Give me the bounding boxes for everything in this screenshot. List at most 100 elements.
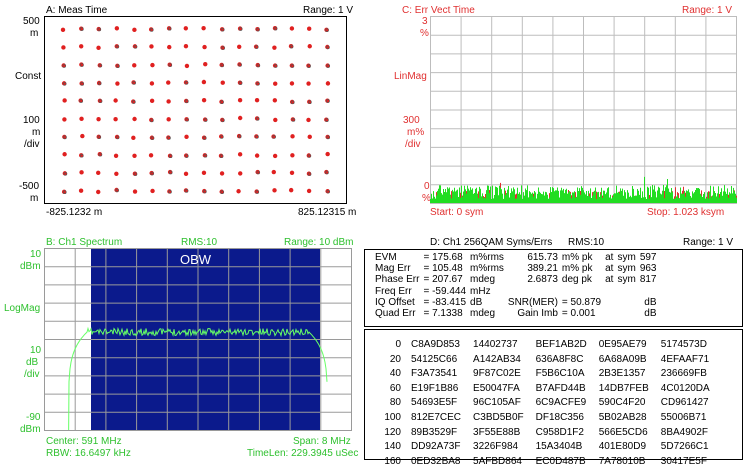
symbol-table: 0 C8A9D853 14402737 BEF1AB2D 0E95AE79 5174573…	[377, 337, 720, 470]
summary-cell: at	[605, 263, 614, 275]
symbol-hex: 15A3404B	[535, 441, 583, 453]
summary-cell: 597	[639, 252, 657, 263]
pane-c-x-right: Stop: 1.023 ksym	[647, 207, 725, 218]
constellation-point	[150, 62, 155, 68]
pane-a-constellation[interactable]: A: Meas Time Range: 1 V 500 m Const 100 …	[0, 0, 370, 230]
summary-cell: = 175.68	[423, 252, 463, 263]
symbol-table-box: 0 C8A9D853 14402737 BEF1AB2D 0E95AE79 5174573…	[364, 329, 743, 467]
summary-cell: sym	[617, 274, 636, 286]
summary-cell: 817	[639, 274, 657, 286]
constellation-point	[131, 135, 136, 141]
summary-cell: = 50.879	[561, 296, 602, 308]
summary-cell: m%rms	[470, 252, 504, 263]
summary-cell: = 0.001	[561, 308, 596, 320]
pane-c-err-vect[interactable]: C: Err Vect Time Range: 1 V 3 % LinMag 3…	[372, 0, 745, 230]
constellation-point	[237, 44, 242, 49]
symbol-hex: F5B6C10A	[535, 368, 585, 380]
summary-cell: = 105.48	[423, 263, 463, 275]
pane-b-spectrum[interactable]: B: Ch1 Spectrum RMS:10 Range: 10 dBm 10 …	[0, 232, 370, 462]
symbol-hex: 14DB7FEB	[598, 382, 649, 394]
constellation-point	[78, 188, 84, 193]
summary-cell: Freq Err	[375, 285, 412, 297]
symbol-hex: 4C0120DA	[660, 382, 710, 394]
constellation-point	[201, 97, 207, 103]
constellation-point	[62, 117, 67, 122]
constellation-point	[201, 25, 206, 31]
constellation-point	[325, 81, 331, 86]
summary-cell: mdeg	[470, 274, 496, 286]
pane-b-y-top-unit: dBm	[20, 261, 41, 272]
summary-row: Mag Err = 105.48 m%rms 389.21 m% pk at sym 963	[373, 263, 659, 274]
symbol-index: 100	[384, 411, 401, 423]
pane-b-y-bot-unit: dBm	[20, 424, 41, 435]
pane-a-y-scale-unit: m	[32, 127, 41, 138]
pane-a-y-scale: 100	[23, 115, 40, 126]
pane-c-y-top: 3	[422, 16, 428, 27]
constellation-point	[237, 152, 243, 157]
pane-a-y-mid: Const	[15, 71, 42, 82]
constellation-point	[148, 153, 154, 158]
constellation-point	[254, 98, 260, 103]
symbol-hex: 5B02AB28	[598, 411, 647, 423]
constellation-point	[290, 134, 295, 139]
symbol-hex: 6C9ACFE9	[535, 397, 587, 409]
pane-c-y-mid: LinMag	[394, 71, 427, 82]
summary-row: EVM = 175.68 m%rms 615.73 m% pk at sym 597	[373, 252, 659, 263]
constellation-point	[166, 117, 171, 122]
summary-cell: = -59.444	[423, 285, 467, 297]
summary-cell: sym	[617, 252, 636, 263]
constellation-point	[149, 98, 155, 104]
symbol-hex: C958D1F2	[535, 426, 584, 438]
constellation-point	[201, 170, 207, 176]
summary-cell: Quad Err	[375, 308, 416, 320]
pane-d-range: Range: 1 V	[683, 237, 734, 248]
symbol-hex: 14402737	[473, 339, 518, 350]
summary-cell: dB	[470, 296, 483, 308]
symbol-hex: 590C4F20	[598, 397, 646, 409]
constellation-point	[150, 188, 155, 194]
summary-cell	[603, 297, 615, 308]
constellation-point	[184, 63, 190, 69]
constellation-point	[115, 81, 120, 86]
constellation-point	[167, 44, 172, 50]
summary-cell: m% pk	[561, 263, 593, 275]
symbol-hex: 89B3529F	[411, 426, 458, 438]
summary-row: Quad Err = 7.1338 mdeg Gain Imb = 0.001 dB	[373, 308, 659, 319]
pane-c-y-scale: 300	[403, 115, 420, 126]
symbol-hex: BEF1AB2D	[535, 339, 587, 350]
summary-row: IQ Offset = -83.415 dB SNR(MER) = 50.879 dB	[373, 297, 659, 308]
constellation-point	[114, 171, 119, 176]
constellation-point	[290, 153, 295, 158]
symbol-hex: 566E5CD6	[598, 426, 648, 438]
constellation-point	[79, 116, 84, 122]
constellation-point	[96, 45, 101, 51]
constellation-point	[149, 44, 154, 49]
summary-cell: 615.73	[527, 252, 558, 263]
constellation-point	[113, 98, 118, 103]
summary-cell: deg pk	[561, 274, 592, 286]
symbol-index: 40	[389, 368, 401, 380]
constellation-point	[114, 26, 120, 31]
pane-a-y-top: 500	[23, 16, 40, 27]
symbol-row: 60 E19F1B86 E50047FA B7AFD44B 14DB7FEB 4C0120…	[379, 383, 718, 396]
symbol-hex: 3F55E88B	[473, 426, 521, 438]
symbol-hex: C3BD5B0F	[473, 411, 524, 423]
constellation-point	[79, 170, 84, 175]
symbol-hex: 401E80D9	[598, 441, 647, 453]
pane-d-symbols[interactable]: D: Ch1 256QAM Syms/Errs RMS:10 Range: 1 …	[364, 232, 745, 467]
summary-cell: Mag Err	[375, 263, 411, 275]
symbol-hex: 7A78010B	[598, 455, 646, 467]
summary-cell: = -83.415	[423, 296, 467, 308]
constellation-point	[219, 171, 225, 176]
constellation-point	[238, 171, 243, 176]
summary-cell: Gain Imb	[517, 308, 558, 320]
summary-cell	[603, 286, 615, 297]
constellation-point	[113, 153, 119, 158]
summary-cell: sym	[617, 263, 636, 275]
symbol-hex: 636A8F8C	[535, 353, 584, 365]
symbol-row: 20 54125C66 A142AB34 636A8F8C 6A68A09B 4EFAAF…	[379, 354, 718, 367]
constellation-point	[60, 27, 66, 33]
constellation-point	[272, 153, 278, 159]
pane-a-x-right: 825.12315 m	[298, 207, 357, 218]
pane-b-y-top: 10	[30, 249, 42, 260]
